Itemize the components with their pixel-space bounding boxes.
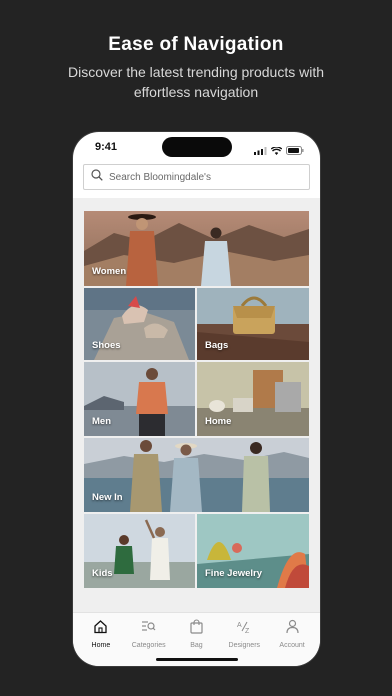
search-input[interactable] <box>109 171 289 183</box>
status-icons <box>254 142 304 160</box>
category-label-fine-jewelry: Fine Jewelry <box>205 568 263 579</box>
account-icon <box>285 619 300 639</box>
battery-icon <box>286 142 304 160</box>
dynamic-island <box>162 137 232 157</box>
category-tile-home[interactable]: Home <box>197 362 309 436</box>
tab-label-categories: Categories <box>131 642 166 649</box>
search-icon <box>91 168 103 186</box>
phone-frame: 9:41 Search Bloomingdale's Women Shoes B… <box>73 132 320 666</box>
categories-icon <box>141 619 156 639</box>
category-tile-fine-jewelry[interactable]: Fine Jewelry <box>197 514 309 588</box>
home-indicator <box>156 658 238 661</box>
category-label-women: Women <box>92 266 127 277</box>
category-label-home: Home <box>205 416 232 427</box>
tab-label-home: Home <box>91 642 111 649</box>
category-label-shoes: Shoes <box>92 340 121 351</box>
status-time: 9:41 <box>95 141 118 153</box>
bag-icon <box>189 619 204 639</box>
svg-text:A: A <box>237 622 242 629</box>
hero-title: Ease of Navigation <box>108 34 284 55</box>
svg-text:Z: Z <box>245 628 250 634</box>
tab-label-bag: Bag <box>190 642 203 649</box>
category-label-men: Men <box>92 416 111 427</box>
category-tile-kids[interactable]: Kids <box>84 514 195 588</box>
category-tile-women[interactable]: Women <box>84 211 309 286</box>
category-label-new-in: New In <box>92 492 123 503</box>
tab-label-account: Account <box>279 642 305 649</box>
signal-icon <box>254 142 267 160</box>
status-bar: 9:41 <box>73 132 320 162</box>
category-tile-men[interactable]: Men <box>84 362 195 436</box>
search-bar[interactable] <box>83 164 310 190</box>
category-grid: Women Shoes Bags Men Home New In Kids Fi… <box>73 198 320 612</box>
category-label-bags: Bags <box>205 340 229 351</box>
tab-label-designers: Designers <box>228 642 261 649</box>
category-tile-new-in[interactable]: New In <box>84 438 309 512</box>
home-icon <box>93 619 108 639</box>
wifi-icon <box>270 142 283 160</box>
category-tile-shoes[interactable]: Shoes <box>84 288 195 360</box>
category-label-kids: Kids <box>92 568 113 579</box>
hero-subtitle: Discover the latest trending products wi… <box>67 64 324 100</box>
designers-icon: AZ <box>237 619 252 639</box>
tab-account[interactable]: Account <box>269 613 315 666</box>
category-tile-bags[interactable]: Bags <box>197 288 309 360</box>
tab-home[interactable]: Home <box>78 613 124 666</box>
